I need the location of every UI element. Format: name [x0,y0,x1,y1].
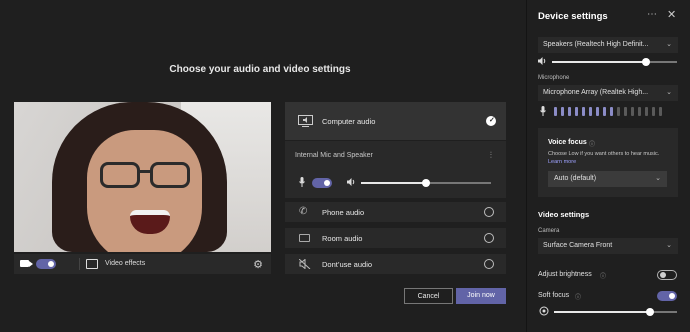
dont-use-audio-option[interactable]: Dont’use audio [285,254,506,274]
voice-focus-card: Voice focus ⓘ Choose Low if you want oth… [538,128,678,197]
device-settings-panel: Device settings ⋯ ✕ Speakers (Realtech H… [526,0,690,332]
mic-level-bar [610,107,613,116]
camera-label: Camera [538,228,560,234]
room-audio-option[interactable]: Room audio [285,228,506,248]
mic-level-bar [575,107,578,116]
join-now-button[interactable]: Join now [456,288,506,304]
microphone-select[interactable]: Microphone Array (Realtek High... ⌄ [538,85,678,101]
camera-toggle[interactable] [36,259,56,269]
speaker-select-value: Speakers (Realtech High Definit... [543,41,649,48]
computer-audio-option[interactable]: Computer audio [285,102,506,140]
phone-audio-radio[interactable] [484,207,494,217]
close-icon[interactable]: ✕ [667,8,676,21]
more-options-icon[interactable]: ⋯ [647,9,657,20]
camera-icon [20,260,33,267]
video-effects-label[interactable]: Video effects [105,260,145,267]
voice-focus-select[interactable]: Auto (default) ⌄ [548,171,667,187]
mic-level-bar [659,107,662,116]
chevron-down-icon: ⌄ [666,242,672,249]
voice-focus-title: Voice focus [548,139,587,146]
video-settings-heading: Video settings [538,210,590,219]
room-icon [299,234,310,242]
microphone-select-value: Microphone Array (Realtek High... [543,89,649,96]
adjust-brightness-label: Adjust brightness [538,271,592,278]
mic-level-bar [582,107,585,116]
info-icon[interactable]: ⓘ [589,139,595,148]
info-icon[interactable]: ⓘ [575,292,581,301]
microphone-toggle[interactable] [312,178,332,188]
panel-title: Device settings [538,11,608,22]
phone-icon: ✆ [299,206,308,217]
video-effects-icon[interactable] [86,259,98,269]
voice-focus-description: Choose Low if you want others to hear mu… [548,151,660,157]
mic-level-bar [638,107,641,116]
soft-focus-toggle[interactable] [657,291,677,301]
learn-more-link[interactable]: Learn more [548,159,576,165]
mic-level-bar [554,107,557,116]
device-settings-icon[interactable]: ⫶ [490,150,492,161]
microphone-label: Microphone [538,75,570,81]
mic-level-bar [617,107,620,116]
room-audio-radio[interactable] [484,233,494,243]
soft-focus-label: Soft focus [538,292,570,299]
room-audio-label: Room audio [322,234,363,243]
mic-level-bar [631,107,634,116]
gear-icon[interactable]: ⚙ [253,258,263,271]
dont-use-audio-radio[interactable] [484,259,494,269]
audio-off-icon [299,259,311,269]
soft-focus-slider[interactable] [554,308,677,316]
chevron-down-icon: ⌄ [655,175,661,182]
camera-preview [14,102,271,252]
speaker-select[interactable]: Speakers (Realtech High Definit... ⌄ [538,37,678,53]
info-icon[interactable]: ⓘ [600,271,606,280]
mic-level-bar [652,107,655,116]
mic-level-bar [568,107,571,116]
page-title: Choose your audio and video settings [169,64,351,75]
dont-use-audio-label: Dont’use audio [322,260,373,269]
mic-level-bar [589,107,592,116]
computer-audio-label: Computer audio [322,117,376,126]
mic-level-bar [645,107,648,116]
camera-select-value: Surface Camera Front [543,242,613,249]
microphone-icon [540,106,546,116]
cancel-button[interactable]: Cancel [404,288,453,304]
chevron-down-icon: ⌄ [666,41,672,48]
pre-join-screen: Choose your audio and video settings Vid… [0,0,526,332]
video-controls-bar: Video effects ⚙ [14,254,271,274]
adjust-brightness-toggle[interactable] [657,270,677,280]
chevron-down-icon: ⌄ [666,89,672,96]
camera-select[interactable]: Surface Camera Front ⌄ [538,238,678,254]
mic-level-bar [561,107,564,116]
soft-focus-icon [539,306,549,316]
mic-level-bar [596,107,599,116]
voice-focus-value: Auto (default) [554,175,597,182]
computer-audio-details: Internal Mic and Speaker ⫶ [285,141,506,198]
computer-audio-icon [298,115,313,127]
phone-audio-label: Phone audio [322,208,365,217]
speaker-volume-slider[interactable] [552,58,677,66]
speaker-icon [538,57,546,65]
microphone-icon [299,177,305,187]
mic-level-bar [603,107,606,116]
mic-level-bar [624,107,627,116]
phone-audio-option[interactable]: ✆ Phone audio [285,202,506,222]
speaker-volume-slider[interactable] [361,179,491,187]
device-label: Internal Mic and Speaker [295,152,373,159]
computer-audio-radio[interactable] [486,116,496,126]
speaker-icon [347,178,355,186]
